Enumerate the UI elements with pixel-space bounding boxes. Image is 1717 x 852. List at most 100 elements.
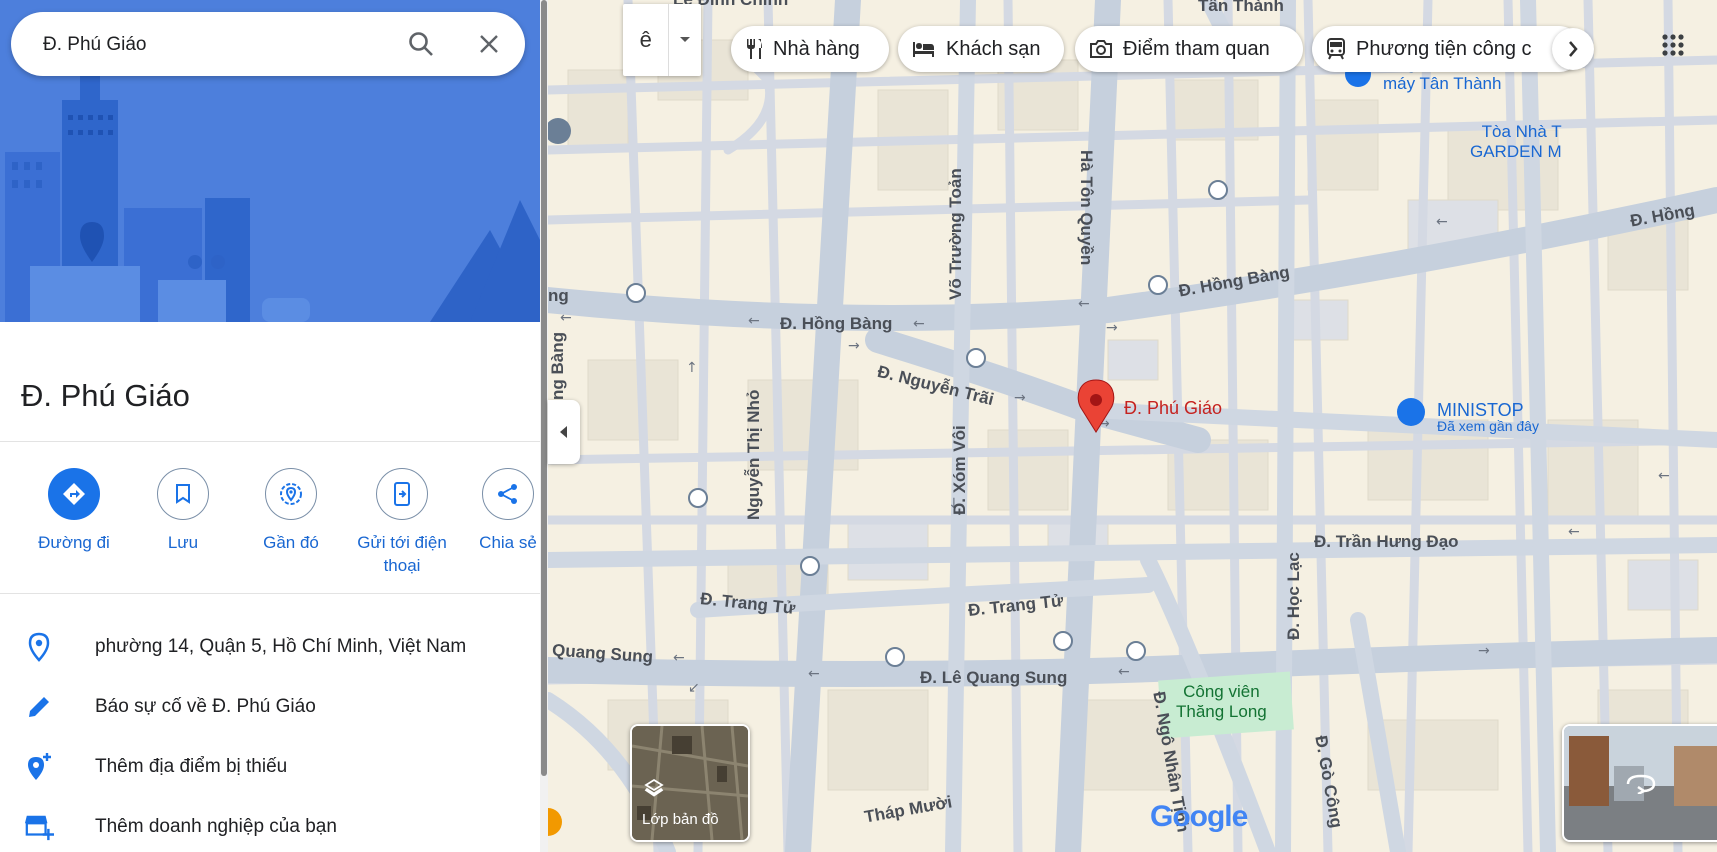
save-button[interactable]: Lưu [135, 468, 231, 554]
svg-text:→: → [1478, 643, 1490, 659]
street-label-le-quang-sung: Đ. Lê Quang Sung [920, 668, 1068, 687]
nearby-circle [265, 468, 317, 520]
camera-icon [1090, 40, 1112, 58]
address-row[interactable]: phường 14, Quận 5, Hồ Chí Minh, Việt Nam [0, 624, 540, 668]
caret-left-icon [560, 426, 567, 438]
address-text: phường 14, Quận 5, Hồ Chí Minh, Việt Nam [95, 636, 467, 657]
svg-text:←: ← [1078, 296, 1090, 312]
scrollbar-thumb[interactable] [541, 0, 547, 776]
chip-hotels-label: Khách sạn [946, 37, 1041, 60]
bookmark-icon [176, 484, 190, 504]
svg-text:→: → [1014, 390, 1026, 406]
transit-icon [1327, 38, 1345, 60]
chip-attractions[interactable]: Điểm tham quan [1075, 26, 1303, 72]
svg-text:→: → [848, 338, 860, 354]
add-business-row[interactable]: Thêm doanh nghiệp của bạn [0, 804, 540, 848]
svg-text:←: ← [1436, 214, 1448, 230]
add-location-icon [24, 752, 54, 782]
send-to-phone-button[interactable]: Gửi tới điện thoại [351, 468, 453, 577]
chips-next-button[interactable] [1552, 28, 1594, 70]
directions-circle [48, 468, 100, 520]
street-label-ng-bang: ng Bàng [548, 332, 567, 400]
place-title: Đ. Phú Giáo [21, 378, 190, 413]
input-method-button[interactable]: ê [623, 4, 670, 76]
poi-label-ministop-sub: Đã xem gần đây [1437, 418, 1539, 434]
report-issue-text: Báo sự cố về Đ. Phú Giáo [95, 696, 316, 717]
share-button[interactable]: Chia sẻ [460, 468, 540, 554]
pencil-icon [24, 692, 54, 722]
google-logo: Google [1150, 800, 1248, 834]
chip-hotels[interactable]: Khách sạn [898, 26, 1064, 72]
directions-icon [63, 483, 85, 505]
nearby-icon [280, 483, 302, 505]
rotate-360-icon [1626, 774, 1656, 794]
share-label: Chia sẻ [479, 533, 537, 552]
restaurant-icon [747, 39, 762, 59]
input-tools: ê [623, 4, 701, 76]
street-label-tran-hung-dao: Đ. Trần Hưng Đạo [1314, 532, 1459, 551]
directions-label: Đường đi [38, 533, 110, 552]
layers-icon [644, 778, 664, 797]
svg-text:←: ← [808, 666, 820, 682]
divider [0, 593, 540, 594]
add-missing-place-row[interactable]: Thêm địa điểm bị thiếu [0, 744, 540, 788]
nearby-button[interactable]: Gần đó [243, 468, 339, 554]
send-to-phone-icon [394, 482, 410, 506]
search-box[interactable]: Đ. Phú Giáo [11, 12, 525, 76]
svg-text:←: ← [560, 310, 572, 326]
add-business-text: Thêm doanh nghiệp của bạn [95, 816, 337, 837]
svg-text:→: → [1106, 320, 1118, 336]
map-layers-button[interactable]: Lớp bản đồ [630, 724, 750, 842]
input-method-dropdown[interactable] [669, 4, 701, 76]
street-label-xom-voi: Đ. Xóm Vôi [950, 425, 969, 515]
collapse-panel-button[interactable] [548, 400, 580, 464]
directions-button[interactable]: Đường đi [26, 468, 122, 554]
add-missing-place-text: Thêm địa điểm bị thiếu [95, 756, 288, 777]
chevron-down-icon [680, 37, 691, 42]
search-button[interactable] [401, 24, 441, 64]
google-logo-text: Google [1150, 800, 1248, 833]
chip-attractions-label: Điểm tham quan [1123, 37, 1270, 60]
location-pin-icon [24, 632, 54, 662]
poi-label-garden: Tòa Nhà T GARDEN M [1470, 122, 1562, 161]
street-label-ng: ng [548, 286, 569, 305]
divider [0, 441, 540, 442]
chevron-right-icon [1569, 41, 1578, 57]
chip-transit[interactable]: Phương tiện công c [1312, 26, 1582, 72]
chip-transit-label: Phương tiện công c [1356, 37, 1532, 60]
svg-text:←: ← [673, 650, 685, 666]
chip-restaurants[interactable]: Nhà hàng [731, 26, 889, 72]
side-panel: Đ. Phú Giáo Đ. Phú Giáo Đường đi Lưu Gần… [0, 0, 540, 852]
add-business-icon [24, 812, 54, 842]
send-to-phone-label: Gửi tới điện thoại [357, 533, 447, 575]
apps-grid-icon [1662, 34, 1684, 56]
street-label-hong-bang-1: Đ. Hồng Bàng [780, 314, 893, 333]
chip-restaurants-label: Nhà hàng [773, 37, 860, 60]
share-circle [482, 468, 534, 520]
close-icon [480, 35, 498, 53]
clear-search-button[interactable] [469, 24, 509, 64]
svg-text:←: ← [1118, 664, 1130, 680]
svg-text:←: ← [1658, 468, 1670, 484]
svg-text:↙: ↙ [688, 680, 700, 696]
street-view-button[interactable] [1562, 724, 1717, 842]
svg-text:↑: ↑ [686, 360, 698, 376]
search-input[interactable]: Đ. Phú Giáo [43, 34, 147, 56]
svg-text:←: ← [913, 316, 925, 332]
street-label-tan-thanh: Tân Thành [1198, 0, 1284, 15]
pin-label: Đ. Phú Giáo [1124, 398, 1223, 418]
street-label-ha-ton-quyen: Hà Tôn Quyền [1077, 150, 1096, 266]
send-to-phone-circle [376, 468, 428, 520]
svg-text:←: ← [1568, 524, 1580, 540]
save-circle [157, 468, 209, 520]
hotel-icon [913, 42, 934, 57]
report-issue-row[interactable]: Báo sự cố về Đ. Phú Giáo [0, 684, 540, 728]
google-apps-button[interactable] [1650, 22, 1696, 68]
svg-text:←: ← [748, 313, 760, 329]
map-layers-label: Lớp bản đồ [642, 811, 719, 828]
street-label-hoc-lac: Đ. Học Lạc [1284, 552, 1303, 640]
search-icon [409, 32, 433, 56]
street-label-vo-truong-toan: Võ Trường Toản [946, 168, 965, 300]
street-label-nguyen-thi-nho: Nguyễn Thị Nhỏ [744, 389, 763, 520]
panel-scrollbar[interactable] [540, 0, 548, 852]
